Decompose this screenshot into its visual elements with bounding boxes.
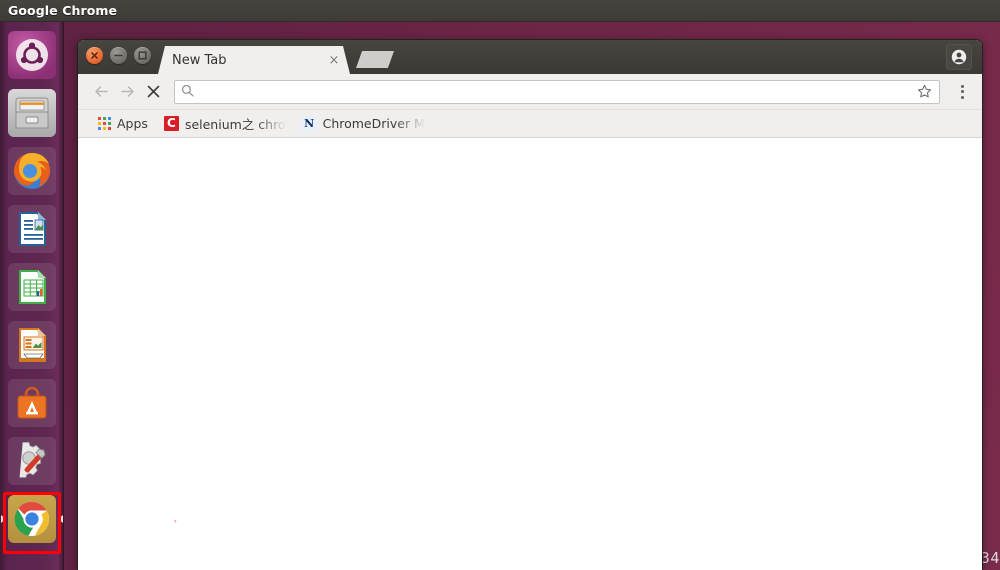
launcher-item-libreoffice-calc[interactable] [0,258,64,316]
google-chrome-icon [8,495,56,543]
apps-grid-icon [98,117,111,130]
menu-dot [960,84,964,88]
page-cursor-artifact: ⸢ [174,519,178,528]
stop-icon[interactable] [140,79,166,105]
bookmark-apps-label: Apps [117,116,148,131]
unity-top-panel: Google Chrome [0,0,1000,22]
star-icon[interactable] [915,83,933,101]
chrome-browser-window: New Tab × Apps C selenium之 chro N Chrome… [78,40,982,570]
launcher-item-files[interactable] [0,84,64,142]
launcher-item-firefox[interactable] [0,142,64,200]
bookmark-label: selenium之 chro [184,117,286,132]
omnibox[interactable] [174,79,940,104]
firefox-icon [8,147,56,195]
launcher-item-libreoffice-writer[interactable] [0,200,64,258]
forward-icon[interactable] [114,79,140,105]
profile-avatar-button[interactable] [946,44,972,70]
launcher-item-libreoffice-impress[interactable] [0,316,64,374]
ubuntu-logo-icon [8,31,56,79]
launcher-running-indicator-left [1,515,6,523]
ubuntu-software-bag-icon [8,379,56,427]
npm-favicon: N [301,116,317,131]
libreoffice-calc-icon [8,263,56,311]
maximize-icon[interactable] [134,47,151,64]
bookmark-apps[interactable]: Apps [90,113,156,135]
csdn-favicon: C [163,116,179,131]
search-icon [181,82,194,101]
tab-title: New Tab [172,52,227,68]
new-tab-button[interactable] [356,51,394,68]
close-icon[interactable] [86,47,103,64]
menu-dot [960,90,964,93]
tab-new-tab[interactable]: New Tab × [158,46,350,74]
files-cabinet-icon [8,89,56,137]
chrome-menu-icon[interactable] [950,79,974,105]
libreoffice-writer-icon [8,205,56,253]
bookmark-item[interactable]: C selenium之 chro [156,113,294,135]
system-settings-gear-wrench-icon [8,437,56,485]
launcher-item-google-chrome[interactable] [0,490,64,548]
bookmark-label: ChromeDriver M [322,116,425,131]
address-input[interactable] [200,81,915,102]
launcher-item-ubuntu-dash[interactable] [0,26,64,84]
launcher-item-system-settings[interactable] [0,432,64,490]
launcher-focused-indicator-right [58,515,63,523]
chrome-tabstrip: New Tab × [78,40,982,74]
bookmark-item[interactable]: N ChromeDriver M [294,113,433,135]
menu-dot [960,95,964,99]
bookmarks-bar: Apps C selenium之 chro N ChromeDriver M [78,110,982,138]
libreoffice-impress-icon [8,321,56,369]
chrome-toolbar [78,74,982,110]
launcher-item-ubuntu-software[interactable] [0,374,64,432]
tab-close-icon[interactable]: × [326,52,342,68]
panel-app-title: Google Chrome [8,3,118,18]
back-icon[interactable] [88,79,114,105]
unity-launcher [0,22,64,570]
minimize-icon[interactable] [110,47,127,64]
page-viewport: ⸢ [78,138,982,570]
window-controls [86,47,151,64]
